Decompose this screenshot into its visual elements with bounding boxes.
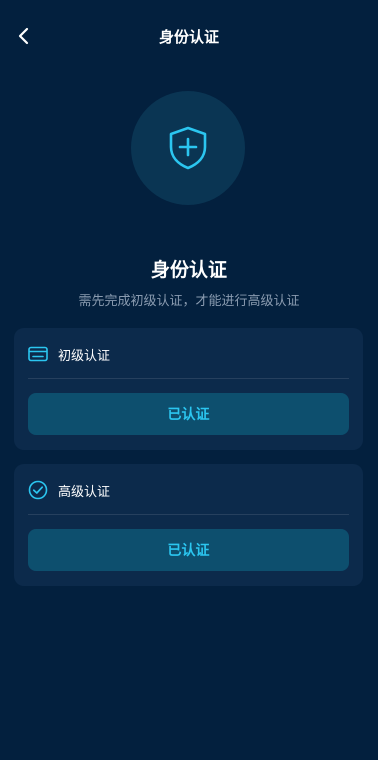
divider (28, 378, 349, 379)
shield-plus-icon (169, 126, 207, 170)
advanced-status-button[interactable]: 已认证 (28, 529, 349, 571)
id-card-icon (28, 344, 48, 364)
card-header: 高级认证 (28, 478, 349, 502)
card-header: 初级认证 (28, 342, 349, 366)
card-label: 初级认证 (58, 348, 111, 364)
card-label: 高级认证 (58, 484, 111, 500)
basic-status-button[interactable]: 已认证 (28, 393, 349, 435)
divider (28, 514, 349, 515)
basic-verification-card: 初级认证 已认证 (14, 328, 363, 450)
top-bar: 身份认证 (0, 0, 378, 74)
shield-badge (131, 91, 245, 205)
page-title: 身份认证 (158, 28, 219, 46)
hero-subtitle: 需先完成初级认证，才能进行高级认证 (78, 294, 300, 309)
advanced-verification-card: 高级认证 已认证 (14, 464, 363, 586)
check-circle-icon (28, 480, 48, 500)
hero-title: 身份认证 (150, 259, 227, 281)
